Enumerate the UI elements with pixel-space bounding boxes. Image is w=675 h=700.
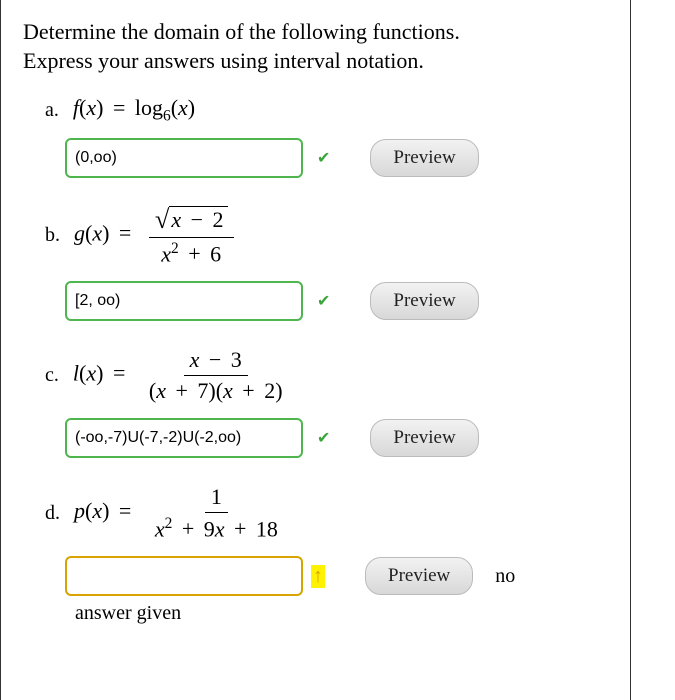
math-b: g(x) = √x − 2 x2 + 6: [74, 202, 234, 269]
answer-input-d[interactable]: [65, 556, 303, 596]
label-b: b.: [45, 224, 60, 247]
equation-d: d. p(x) = 1 x2 + 9x + 18: [23, 482, 608, 544]
arrow-up-icon: ↑: [311, 565, 325, 588]
answer-row-d: ↑ Preview no: [23, 556, 608, 596]
problem-a: a. f(x) = log6(x) ✔ Preview: [23, 95, 608, 177]
preview-button-c[interactable]: Preview: [370, 419, 478, 457]
equation-c: c. l(x) = x − 3 (x + 7)(x + 2): [23, 345, 608, 406]
input-wrap-c: [65, 418, 303, 458]
math-c: l(x) = x − 3 (x + 7)(x + 2): [73, 345, 289, 406]
problem-c: c. l(x) = x − 3 (x + 7)(x + 2) ✔ Preview: [23, 345, 608, 458]
answer-input-b[interactable]: [65, 281, 303, 321]
answer-input-c[interactable]: [65, 418, 303, 458]
answer-given-label: answer given: [23, 602, 608, 625]
instructions-line2: Express your answers using interval nota…: [23, 48, 424, 73]
label-d: d.: [45, 502, 60, 525]
label-a: a.: [45, 99, 59, 122]
check-icon: ✔: [317, 428, 330, 448]
input-wrap-a: [65, 138, 303, 178]
math-a: f(x) = log6(x): [73, 95, 195, 125]
math-d: p(x) = 1 x2 + 9x + 18: [74, 482, 284, 544]
problem-d: d. p(x) = 1 x2 + 9x + 18 ↑ Preview no an…: [23, 482, 608, 625]
answer-row-a: ✔ Preview: [23, 138, 608, 178]
preview-button-b[interactable]: Preview: [370, 282, 478, 320]
input-wrap-d: [65, 556, 303, 596]
check-icon: ✔: [317, 291, 330, 311]
preview-button-a[interactable]: Preview: [370, 139, 478, 177]
problem-b: b. g(x) = √x − 2 x2 + 6 ✔ Preview: [23, 202, 608, 321]
instructions-line1: Determine the domain of the following fu…: [23, 19, 460, 44]
preview-button-d[interactable]: Preview: [365, 557, 473, 595]
answer-row-b: ✔ Preview: [23, 281, 608, 321]
label-c: c.: [45, 364, 59, 387]
equation-a: a. f(x) = log6(x): [23, 95, 608, 125]
page-container: Determine the domain of the following fu…: [0, 0, 631, 700]
equation-b: b. g(x) = √x − 2 x2 + 6: [23, 202, 608, 269]
trailing-no: no: [495, 565, 515, 588]
check-icon: ✔: [317, 148, 330, 168]
input-wrap-b: [65, 281, 303, 321]
answer-row-c: ✔ Preview: [23, 418, 608, 458]
instructions: Determine the domain of the following fu…: [23, 18, 608, 75]
answer-input-a[interactable]: [65, 138, 303, 178]
